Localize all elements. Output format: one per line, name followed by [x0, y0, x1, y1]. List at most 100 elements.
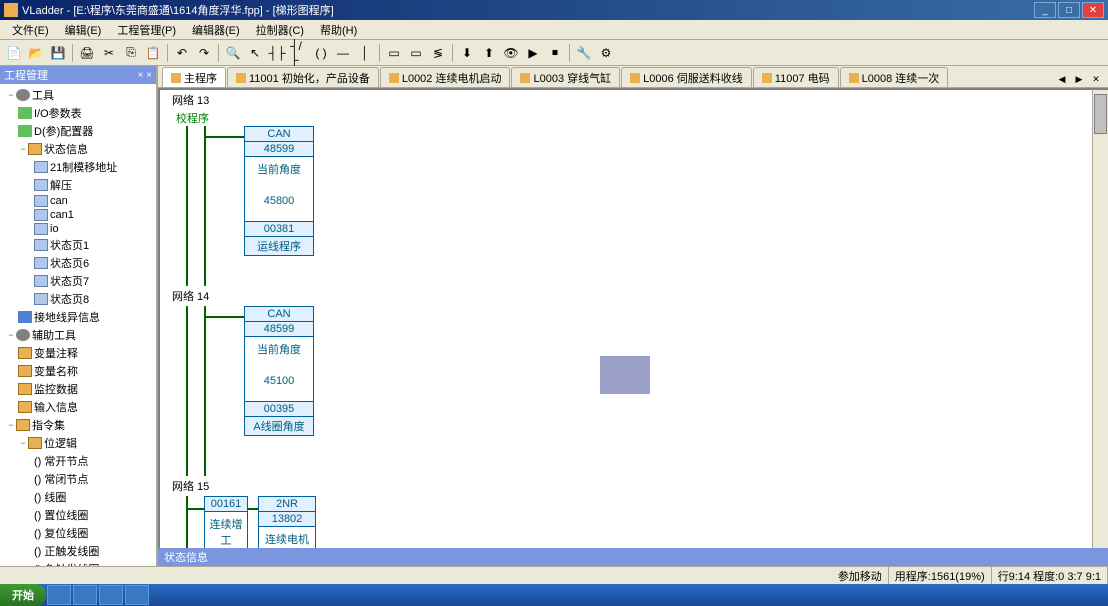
- menu-help[interactable]: 帮助(H): [312, 20, 365, 40]
- tree-instr[interactable]: −指令集: [2, 416, 154, 434]
- tab-2[interactable]: L0002 连续电机启动: [380, 67, 511, 87]
- tree-item[interactable]: () 复位线圈: [2, 524, 154, 542]
- tree-ground[interactable]: 接地线异信息: [2, 308, 154, 326]
- coil-icon[interactable]: ( ): [311, 43, 331, 63]
- ladder-contact[interactable]: 00161 连续增工 00162: [204, 496, 248, 548]
- menu-controller[interactable]: 拉制器(C): [248, 20, 312, 40]
- compare-icon[interactable]: ≶: [428, 43, 448, 63]
- network-header: 网络 13: [160, 90, 1108, 110]
- tree-item[interactable]: () 常闭节点: [2, 470, 154, 488]
- tab-icon: [630, 73, 640, 83]
- status-bar: 参加移动 用程序:1561(19%) 行9:14 程度:0 3:7 9:1: [0, 566, 1108, 584]
- print-icon[interactable]: 🖨: [77, 43, 97, 63]
- taskbar-item[interactable]: [47, 585, 71, 605]
- tree-status[interactable]: −状态信息: [2, 140, 154, 158]
- run-icon[interactable]: ▶: [523, 43, 543, 63]
- cut-icon[interactable]: ✂: [99, 43, 119, 63]
- tree-item[interactable]: () 线圈: [2, 488, 154, 506]
- monitor-icon[interactable]: 👁: [501, 43, 521, 63]
- tab-main[interactable]: 主程序: [162, 67, 226, 87]
- bottom-panel-header[interactable]: 状态信息: [158, 548, 1108, 566]
- status-cursor: 行9:14 程度:0 3:7 9:1: [992, 567, 1108, 584]
- copy-icon[interactable]: ⎘: [121, 43, 141, 63]
- network-14-body[interactable]: CAN 48599 当前角度 45100 00395 A线圈角度: [160, 306, 1108, 476]
- project-panel: 工程管理 × × −工具 I/O参数表 D(参)配置器 −状态信息 21制模移地…: [0, 66, 158, 566]
- tool-icon[interactable]: 🔧: [574, 43, 594, 63]
- scroll-thumb[interactable]: [1094, 94, 1107, 134]
- cursor-icon[interactable]: ↖: [245, 43, 265, 63]
- block2-icon[interactable]: ▭: [406, 43, 426, 63]
- tab-5[interactable]: 11007 电码: [753, 67, 839, 87]
- tree-item[interactable]: 监控数据: [2, 380, 154, 398]
- tree-item[interactable]: can1: [2, 208, 154, 222]
- contact-no-icon[interactable]: ┤├: [267, 43, 287, 63]
- ladder-block[interactable]: 2NR 13802 连续电机启动: [258, 496, 316, 548]
- taskbar-item[interactable]: [99, 585, 123, 605]
- menu-editor[interactable]: 编辑器(E): [184, 20, 248, 40]
- tree-bitlogic[interactable]: −位逻辑: [2, 434, 154, 452]
- tree-item[interactable]: 变量注释: [2, 344, 154, 362]
- menu-edit[interactable]: 编辑(E): [57, 20, 110, 40]
- vertical-scrollbar[interactable]: [1092, 90, 1108, 548]
- tree-item[interactable]: () 常开节点: [2, 452, 154, 470]
- taskbar-item[interactable]: [125, 585, 149, 605]
- undo-icon[interactable]: ↶: [172, 43, 192, 63]
- tree-item[interactable]: () 置位线圈: [2, 506, 154, 524]
- tree-item[interactable]: can: [2, 194, 154, 208]
- tab-3[interactable]: L0003 穿线气缸: [511, 67, 620, 87]
- save-icon[interactable]: 💾: [48, 43, 68, 63]
- editor-area: 主程序 11001 初始化，产品设备 L0002 连续电机启动 L0003 穿线…: [158, 66, 1108, 566]
- taskbar-item[interactable]: [73, 585, 97, 605]
- download-icon[interactable]: ⬇: [457, 43, 477, 63]
- tab-close-icon[interactable]: ✕: [1088, 71, 1104, 87]
- minimize-button[interactable]: _: [1034, 2, 1056, 18]
- maximize-button[interactable]: □: [1058, 2, 1080, 18]
- start-button[interactable]: 开始: [0, 584, 46, 606]
- tab-4[interactable]: L0006 伺服送料收线: [621, 67, 752, 87]
- tab-1[interactable]: 11001 初始化，产品设备: [227, 67, 379, 87]
- redo-icon[interactable]: ↷: [194, 43, 214, 63]
- tab-icon: [389, 73, 399, 83]
- project-tree[interactable]: −工具 I/O参数表 D(参)配置器 −状态信息 21制模移地址 解压 can …: [0, 84, 156, 566]
- panel-close-icon[interactable]: × ×: [138, 70, 152, 81]
- upload-icon[interactable]: ⬆: [479, 43, 499, 63]
- open-icon[interactable]: 📂: [26, 43, 46, 63]
- tab-6[interactable]: L0008 连续一次: [840, 67, 949, 87]
- tab-next-icon[interactable]: ▶: [1071, 71, 1087, 87]
- network-15-body[interactable]: 00161 连续增工 00162 2NR 13802 连续电机启动: [160, 496, 1108, 548]
- tree-item[interactable]: 状态页1: [2, 236, 154, 254]
- paste-icon[interactable]: 📋: [143, 43, 163, 63]
- ladder-block[interactable]: CAN 48599 当前角度 45800 00381 运线程序: [244, 126, 314, 256]
- ladder-canvas[interactable]: 网络 13 校程序 CAN 48599 当前角度 45800 00381 运线程…: [158, 88, 1108, 548]
- tree-item[interactable]: 状态页6: [2, 254, 154, 272]
- selection-box[interactable]: [600, 356, 650, 394]
- block-icon[interactable]: ▭: [384, 43, 404, 63]
- new-icon[interactable]: 📄: [4, 43, 24, 63]
- vline-icon[interactable]: │: [355, 43, 375, 63]
- tree-io-table[interactable]: I/O参数表: [2, 104, 154, 122]
- network-13-body[interactable]: CAN 48599 当前角度 45800 00381 运线程序: [160, 126, 1108, 286]
- tree-item[interactable]: 状态页8: [2, 290, 154, 308]
- find-icon[interactable]: 🔍: [223, 43, 243, 63]
- tree-item[interactable]: () 正触发线圈: [2, 542, 154, 560]
- tree-item[interactable]: 解压: [2, 176, 154, 194]
- tree-item[interactable]: 状态页7: [2, 272, 154, 290]
- hline-icon[interactable]: —: [333, 43, 353, 63]
- tree-tools[interactable]: −工具: [2, 86, 154, 104]
- tree-item[interactable]: 输入信息: [2, 398, 154, 416]
- tree-item[interactable]: io: [2, 222, 154, 236]
- menu-project[interactable]: 工程管理(P): [109, 20, 184, 40]
- tree-item[interactable]: 21制模移地址: [2, 158, 154, 176]
- window-title: VLadder - [E:\程序\东莞商盛通\1614角度浮华.fpp] - […: [22, 2, 1034, 18]
- tool2-icon[interactable]: ⚙: [596, 43, 616, 63]
- ladder-block[interactable]: CAN 48599 当前角度 45100 00395 A线圈角度: [244, 306, 314, 436]
- tab-prev-icon[interactable]: ◀: [1054, 71, 1070, 87]
- close-button[interactable]: ✕: [1082, 2, 1104, 18]
- contact-nc-icon[interactable]: ┤/├: [289, 43, 309, 63]
- network-header: 网络 15: [160, 476, 1108, 496]
- tree-config[interactable]: D(参)配置器: [2, 122, 154, 140]
- stop-icon[interactable]: ⏹: [545, 43, 565, 63]
- tree-aux[interactable]: −辅助工具: [2, 326, 154, 344]
- menu-file[interactable]: 文件(E): [4, 20, 57, 40]
- tree-item[interactable]: 变量名称: [2, 362, 154, 380]
